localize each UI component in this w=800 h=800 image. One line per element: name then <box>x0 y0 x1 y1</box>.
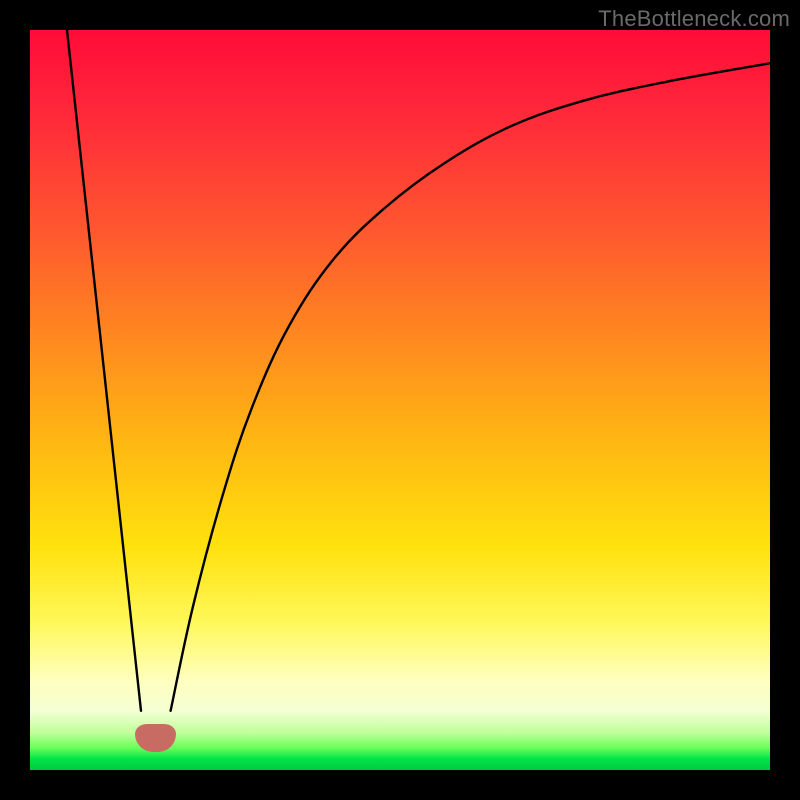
curve-left-branch <box>67 30 141 711</box>
plot-area <box>30 30 770 770</box>
curve-right-branch <box>171 63 770 711</box>
chart-frame: TheBottleneck.com <box>0 0 800 800</box>
curve-svg <box>30 30 770 770</box>
watermark-text: TheBottleneck.com <box>598 6 790 32</box>
